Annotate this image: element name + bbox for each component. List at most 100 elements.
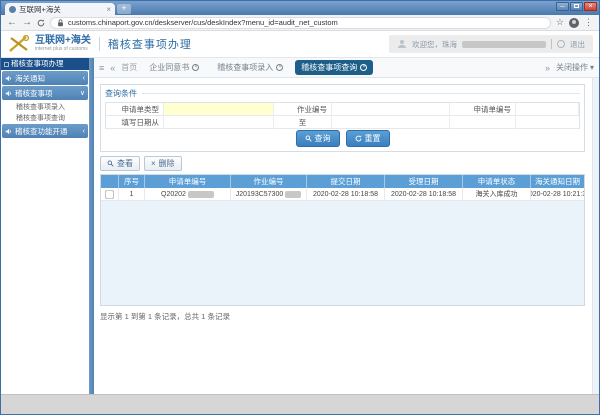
content-scrollbar[interactable] xyxy=(592,78,599,394)
query-panel: 查询条件 申请单类型 作业编号 申请单编号 填写日期从 至 xyxy=(100,84,585,152)
query-form: 申请单类型 作业编号 申请单编号 填写日期从 至 xyxy=(105,102,580,129)
header-divider xyxy=(99,37,100,51)
sidebar-title: 稽核查事项办理 xyxy=(1,58,89,70)
header-no: 序号 xyxy=(119,175,145,188)
cell-no: 1 xyxy=(119,188,145,201)
apply-no-field-wrap xyxy=(516,103,579,116)
logout-icon xyxy=(557,40,565,48)
url-text: customs.chinaport.gov.cn/deskserver/cus/… xyxy=(68,18,338,27)
sidebar-item-audit-activation[interactable]: 稽核查功能开通 ‹ xyxy=(2,124,88,138)
window-controls: – × xyxy=(556,2,597,11)
tab-close-icon[interactable]: × xyxy=(276,64,283,71)
forward-icon[interactable]: → xyxy=(22,18,32,28)
refresh-icon[interactable] xyxy=(37,19,45,27)
header-submit-date: 提交日期 xyxy=(307,175,385,188)
sidebar-subitem-audit-entry[interactable]: 稽核查事项录入 xyxy=(1,101,89,112)
browser-menu-icon[interactable]: ⋮ xyxy=(584,17,593,28)
header-apply-no: 申请单编号 xyxy=(145,175,231,188)
header-checkbox-cell xyxy=(101,175,119,188)
apply-no-input[interactable] xyxy=(516,104,578,115)
site-favicon-icon xyxy=(9,6,16,13)
back-icon[interactable]: ← xyxy=(7,18,17,28)
tab-label: 稽核查事项录入 xyxy=(217,62,273,73)
delete-button-label: 删除 xyxy=(159,158,175,169)
row-checkbox[interactable] xyxy=(105,190,113,198)
panel-title-rule xyxy=(142,93,580,94)
new-tab-button[interactable]: + xyxy=(117,4,131,14)
search-button[interactable]: 查询 xyxy=(296,130,340,147)
tab-audit-query[interactable]: 稽核查事项查询 × xyxy=(295,60,373,75)
minimize-button[interactable]: – xyxy=(556,2,569,11)
delete-button[interactable]: × 删除 xyxy=(144,156,182,171)
view-icon xyxy=(107,160,114,167)
redacted-company-name xyxy=(462,41,546,48)
welcome-divider xyxy=(551,39,552,49)
sidebar-title-icon xyxy=(4,62,9,67)
job-no-label: 作业编号 xyxy=(274,103,332,116)
apply-type-label: 申请单类型 xyxy=(106,103,164,116)
header-notify-date: 海关通知日期 xyxy=(531,175,584,188)
tab-home[interactable]: 首页 xyxy=(121,62,137,73)
profile-avatar[interactable] xyxy=(569,18,579,28)
browser-tab-title: 互联网+海关 xyxy=(19,4,103,15)
apply-type-input[interactable] xyxy=(164,104,273,115)
maximize-button[interactable] xyxy=(570,2,583,11)
table-row[interactable]: 1 Q20202 J20193C57300 2020-02-28 10:18:5… xyxy=(101,188,584,201)
page-title: 稽核查事项办理 xyxy=(108,36,192,52)
date-from-input[interactable] xyxy=(164,117,273,128)
app-body: 稽核查事项办理 海关通知 ‹ 稽核查事项 ∨ 稽核查事项录入 稽核查事项查询 稽… xyxy=(1,58,599,394)
main-area: ≡ « 首页 企业同意书 × 稽核查事项录入 × 稽核查事项查询 × » xyxy=(94,58,599,394)
apply-no-label: 申请单编号 xyxy=(450,103,516,116)
scroll-tabs-left-icon[interactable]: « xyxy=(110,63,115,73)
menu-icon[interactable]: ≡ xyxy=(99,63,104,73)
reset-button[interactable]: 重置 xyxy=(346,130,390,147)
speaker-icon xyxy=(5,90,12,97)
tab-close-icon[interactable]: × xyxy=(192,64,199,71)
apply-type-field-wrap xyxy=(164,103,274,116)
tab-close-icon[interactable]: × xyxy=(360,64,367,71)
view-button[interactable]: 查看 xyxy=(100,156,140,171)
address-bar[interactable]: customs.chinaport.gov.cn/deskserver/cus/… xyxy=(50,17,551,29)
header-accept-date: 受理日期 xyxy=(385,175,463,188)
tab-enterprise-consent[interactable]: 企业同意书 × xyxy=(143,60,205,75)
tab-audit-entry[interactable]: 稽核查事项录入 × xyxy=(211,60,289,75)
speaker-icon xyxy=(5,128,12,135)
pagination-summary: 显示第 1 到第 1 条记录，总共 1 条记录 xyxy=(100,311,593,322)
sidebar-subitem-audit-query[interactable]: 稽核查事项查询 xyxy=(1,112,89,123)
form-empty-cell xyxy=(516,116,579,129)
job-no-input[interactable] xyxy=(332,104,449,115)
row-checkbox-cell xyxy=(101,188,119,201)
logout-button[interactable]: 退出 xyxy=(570,39,585,50)
cell-submit-date: 2020-02-28 10:18:58 xyxy=(307,188,385,201)
portal-logo-title: 互联网+海关 xyxy=(35,36,91,46)
cell-apply-no: Q20202 xyxy=(145,188,231,201)
scroll-tabs-right-icon[interactable]: » xyxy=(545,63,550,73)
form-empty-cell xyxy=(450,116,516,129)
tab-close-icon[interactable]: × xyxy=(106,5,111,14)
cell-notify-date: 2020-02-28 10:21:37 xyxy=(531,188,584,201)
header-job-no: 作业编号 xyxy=(231,175,307,188)
cell-accept-date: 2020-02-28 10:18:58 xyxy=(385,188,463,201)
chevron-down-icon: ∨ xyxy=(80,89,85,97)
close-button[interactable]: × xyxy=(584,2,597,11)
sidebar-title-text: 稽核查事项办理 xyxy=(11,58,64,70)
close-operations-dropdown[interactable]: 关闭操作 ▾ xyxy=(556,62,594,73)
tab-label: 企业同意书 xyxy=(149,62,189,73)
search-icon xyxy=(305,135,312,142)
sidebar-item-customs-notice[interactable]: 海关通知 ‹ xyxy=(2,71,88,85)
browser-toolbar: ← → customs.chinaport.gov.cn/deskserver/… xyxy=(1,15,599,31)
browser-tab[interactable]: 互联网+海关 × xyxy=(5,3,115,15)
customs-logo: 互联网+海关 internet plus of customs xyxy=(7,34,91,54)
date-to-field-wrap xyxy=(332,116,450,129)
results-table: 序号 申请单编号 作业编号 提交日期 受理日期 申请单状态 海关通知日期 1 Q… xyxy=(100,174,585,306)
date-to-input[interactable] xyxy=(332,117,449,128)
cell-status: 海关入库成功 xyxy=(463,188,531,201)
workspace-tabbar: ≡ « 首页 企业同意书 × 稽核查事项录入 × 稽核查事项查询 × » xyxy=(94,58,599,78)
lock-icon xyxy=(57,19,64,27)
table-empty-area xyxy=(101,201,584,305)
sidebar-item-audit-matters[interactable]: 稽核查事项 ∨ xyxy=(2,86,88,100)
reset-icon xyxy=(355,135,362,142)
close-operations-label: 关闭操作 xyxy=(556,62,588,73)
bookmark-star-icon[interactable]: ☆ xyxy=(556,17,564,28)
browser-titlebar: 互联网+海关 × + – × xyxy=(1,1,599,15)
